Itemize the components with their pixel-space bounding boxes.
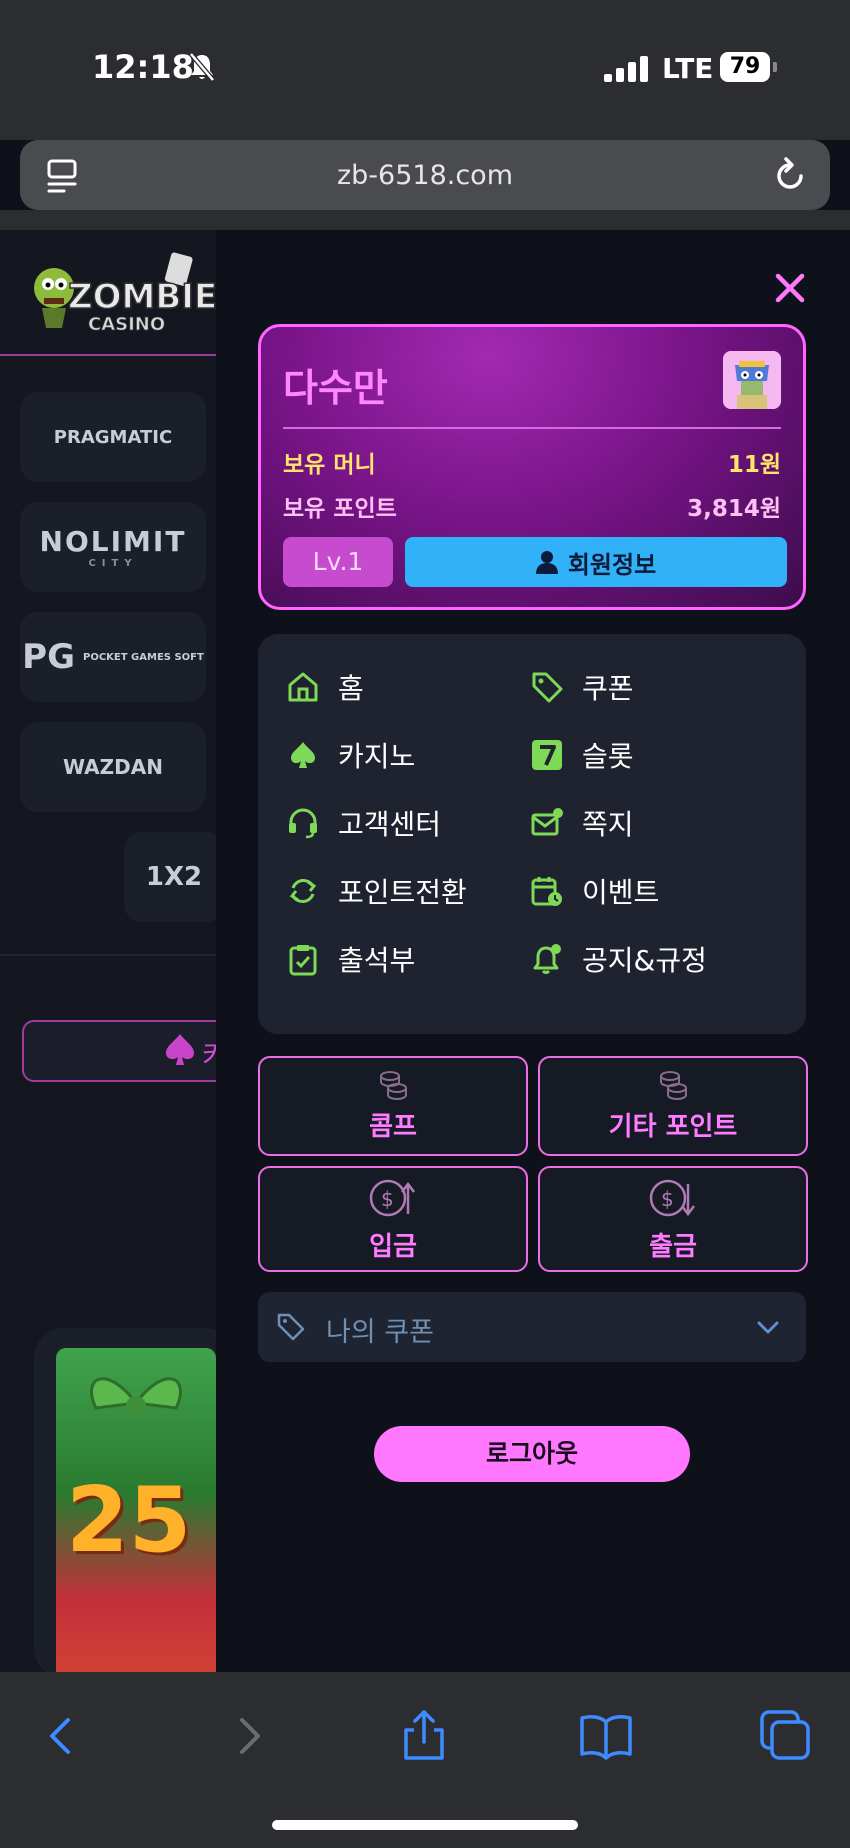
side-drawer: 다수만 보유 머니 11원 보유 포인트 3,814원 Lv.1 회원정보 홈 … [216, 230, 850, 1672]
status-bar: 12:18 LTE 79 [0, 0, 850, 140]
spade-icon [291, 742, 315, 768]
url-text[interactable]: zb-6518.com [20, 160, 830, 191]
provider-wazdan[interactable]: WAZDAN [20, 722, 206, 812]
my-coupon-dropdown[interactable]: 나의 쿠폰 [258, 1292, 806, 1362]
comp-button[interactable]: 콤프 [258, 1056, 528, 1156]
menu-item-home[interactable]: 홈 [286, 662, 364, 712]
close-icon[interactable] [770, 268, 810, 308]
points-label: 보유 포인트 [283, 496, 397, 522]
money-label: 보유 머니 [283, 452, 376, 478]
logout-button[interactable]: 로그아웃 [374, 1426, 690, 1482]
avatar [723, 351, 781, 409]
svg-text:$: $ [661, 1187, 674, 1211]
spade-icon [166, 1034, 194, 1065]
dollar-up-icon: $ [369, 1179, 415, 1217]
back-icon[interactable] [34, 1708, 90, 1764]
provider-pragmatic[interactable]: PRAGMATIC [20, 392, 206, 482]
provider-nolimit[interactable]: NOLIMIT CITY [20, 502, 206, 592]
chevron-down-icon [757, 1321, 779, 1334]
menu-grid: 홈 쿠폰 카지노 슬롯 고객센터 쪽지 포인트전환 이벤트 출석부 공지&규정 [258, 634, 806, 1034]
svg-text:$: $ [381, 1187, 394, 1211]
other-points-button[interactable]: 기타 포인트 [538, 1056, 808, 1156]
menu-item-casino[interactable]: 카지노 [286, 730, 415, 780]
level-badge[interactable]: Lv.1 [283, 537, 393, 587]
dollar-down-icon: $ [649, 1179, 695, 1217]
bookmarks-icon[interactable] [578, 1708, 634, 1764]
menu-item-coupon[interactable]: 쿠폰 [530, 662, 634, 712]
slot-seven-icon [532, 740, 562, 770]
money-value: 11원 [727, 452, 781, 478]
menu-item-notice[interactable]: 공지&규정 [530, 934, 707, 984]
battery-icon: 79 [720, 52, 770, 82]
calendar-clock-icon [531, 877, 562, 906]
battery-tip [773, 62, 777, 72]
envelope-icon [531, 808, 563, 836]
forward-icon[interactable] [220, 1708, 276, 1764]
background-page: ZOMBIE CASINO PRAGMATIC NOLIMIT CITY PG … [0, 230, 216, 1672]
member-info-label: 회원정보 [567, 550, 657, 579]
home-icon [288, 672, 318, 702]
menu-item-message[interactable]: 쪽지 [530, 798, 634, 848]
menu-item-event[interactable]: 이벤트 [530, 866, 659, 916]
member-info-button[interactable]: 회원정보 [405, 537, 787, 587]
header-divider [0, 354, 216, 356]
clipboard-check-icon [289, 945, 317, 976]
svg-text:ZOMBIE: ZOMBIE [68, 277, 216, 317]
user-icon [535, 551, 558, 574]
provider-1x2[interactable]: 1X2 [124, 832, 216, 922]
game-number: 25 [66, 1468, 192, 1573]
casino-tab[interactable]: 카 [22, 1020, 216, 1082]
reload-icon[interactable] [772, 156, 808, 194]
address-bar[interactable]: zb-6518.com [20, 140, 830, 210]
tag-icon [532, 672, 563, 703]
points-value: 3,814원 [687, 496, 781, 522]
svg-text:CASINO: CASINO [88, 314, 165, 335]
card-divider [283, 427, 781, 429]
game-thumbnail[interactable]: 25 [56, 1348, 216, 1672]
bow-icon [90, 1377, 182, 1416]
coins-stack-icon [660, 1071, 687, 1100]
user-name: 다수만 [283, 366, 388, 410]
site-logo[interactable]: ZOMBIE CASINO [28, 248, 216, 336]
menu-item-point-exchange[interactable]: 포인트전환 [286, 866, 467, 916]
network-type: LTE [662, 52, 714, 85]
menu-item-support[interactable]: 고객센터 [286, 798, 441, 848]
section-divider [0, 954, 216, 956]
menu-item-attendance[interactable]: 출석부 [286, 934, 415, 984]
bell-notice-icon [533, 944, 561, 974]
my-coupon-label: 나의 쿠폰 [326, 1317, 434, 1348]
menu-item-slot[interactable]: 슬롯 [530, 730, 634, 780]
coins-stack-icon [380, 1071, 407, 1100]
toolbar-strip [0, 210, 850, 230]
tag-icon [277, 1313, 305, 1341]
home-indicator [272, 1820, 578, 1830]
tabs-icon[interactable] [758, 1708, 814, 1764]
withdraw-button[interactable]: $ 출금 [538, 1166, 808, 1272]
casino-tab-label: 카 [202, 1039, 216, 1072]
provider-pg[interactable]: PG POCKET GAMES SOFT [20, 612, 206, 702]
silent-bell-icon [189, 52, 215, 82]
share-icon[interactable] [396, 1708, 452, 1764]
exchange-icon [289, 879, 317, 903]
zombie-pharaoh-icon [723, 351, 781, 409]
signal-icon [604, 56, 648, 82]
user-card: 다수만 보유 머니 11원 보유 포인트 3,814원 Lv.1 회원정보 [258, 324, 806, 610]
deposit-button[interactable]: $ 입금 [258, 1166, 528, 1272]
headset-icon [289, 808, 317, 839]
clock: 12:18 [92, 48, 194, 86]
